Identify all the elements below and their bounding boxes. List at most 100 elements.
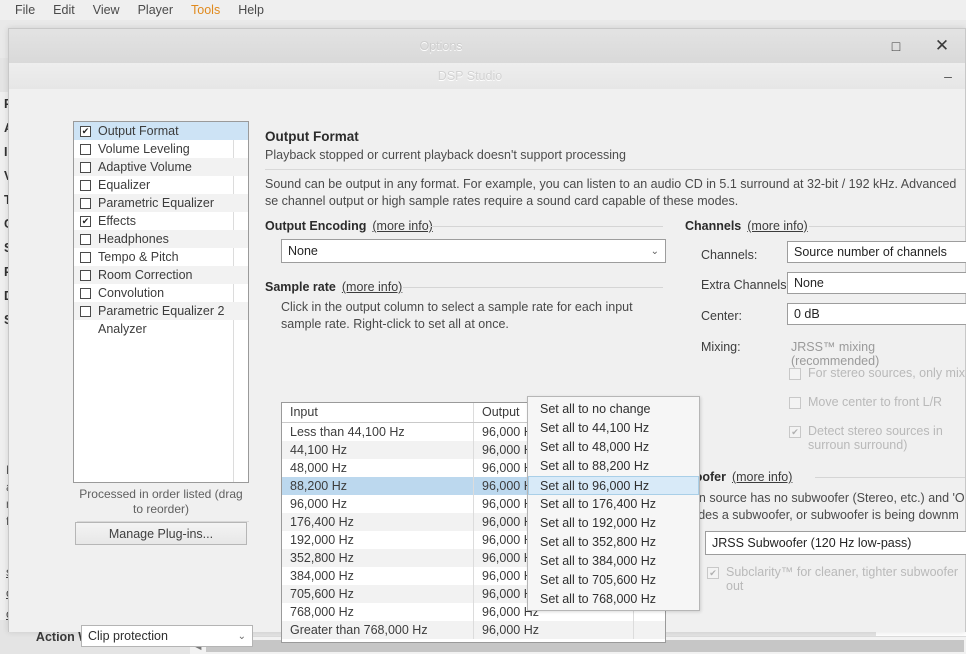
cell-output[interactable]: 96,000 Hz xyxy=(474,621,634,639)
plugin-label: Parametric Equalizer xyxy=(98,196,215,210)
checkbox-unchecked[interactable] xyxy=(80,161,91,173)
menu-item-file[interactable]: File xyxy=(6,0,44,20)
chevron-down-icon[interactable]: ⌄ xyxy=(238,631,246,642)
plugin-panel: ✔ Output Format Volume Leveling Adaptive… xyxy=(73,121,249,545)
subclarity-checkbox: ✔ Subclarity™ for cleaner, tighter subwo… xyxy=(707,565,966,593)
checkbox-unchecked-disabled xyxy=(789,397,801,409)
clip-protection-select[interactable]: Clip protection ⌄ xyxy=(81,625,253,647)
menu-item-player[interactable]: Player xyxy=(129,0,182,20)
maximize-icon[interactable]: □ xyxy=(873,30,919,63)
plugin-row-room-correction[interactable]: Room Correction xyxy=(74,266,248,284)
center-field-label: Center: xyxy=(701,309,742,323)
menu-item-help[interactable]: Help xyxy=(229,0,273,20)
chevron-down-icon[interactable]: ⌄ xyxy=(651,246,659,257)
plugin-row-volume-leveling[interactable]: Volume Leveling xyxy=(74,140,248,158)
table-row[interactable]: Greater than 768,000 Hz 96,000 Hz xyxy=(282,621,665,639)
context-menu-item-192000[interactable]: Set all to 192,000 Hz xyxy=(528,514,699,533)
plugin-row-headphones[interactable]: Headphones xyxy=(74,230,248,248)
context-menu-item-no-change[interactable]: Set all to no change xyxy=(528,400,699,419)
output-format-description: Sound can be output in any format. For e… xyxy=(265,177,957,208)
cell-extra xyxy=(634,621,665,639)
cell-input: 48,000 Hz xyxy=(282,459,474,477)
more-info-link[interactable]: (more info) xyxy=(372,219,432,233)
plugin-label: Convolution xyxy=(98,286,165,300)
checkbox-checked-disabled: ✔ xyxy=(707,567,719,579)
channels-group-label: Channels (more info) xyxy=(685,219,808,233)
page-title: Output Format xyxy=(265,129,359,144)
context-menu-item-705600[interactable]: Set all to 705,600 Hz xyxy=(528,571,699,590)
mixing-field-label: Mixing: xyxy=(701,340,741,354)
more-info-link[interactable]: (more info) xyxy=(342,280,402,294)
plugin-label: Tempo & Pitch xyxy=(98,250,179,264)
checkbox-unchecked[interactable] xyxy=(80,305,91,317)
plugin-row-analyzer[interactable]: Analyzer xyxy=(74,320,248,338)
options-titlebar[interactable]: Options □ ✕ xyxy=(9,29,965,64)
checkbox-unchecked[interactable] xyxy=(80,143,91,155)
context-menu[interactable]: Set all to no change Set all to 44,100 H… xyxy=(527,396,700,611)
extra-channels-select[interactable]: None xyxy=(787,272,966,294)
column-header-input: Input xyxy=(282,403,474,422)
menu-item-edit[interactable]: Edit xyxy=(44,0,84,20)
plugin-order-note: Processed in order listed (drag to reord… xyxy=(79,487,243,516)
more-info-link[interactable]: (more info) xyxy=(732,470,792,484)
context-menu-item-96000[interactable]: Set all to 96,000 Hz xyxy=(528,476,699,495)
center-select[interactable]: 0 dB xyxy=(787,303,966,325)
cell-input: 192,000 Hz xyxy=(282,531,474,549)
plugin-row-equalizer[interactable]: Equalizer xyxy=(74,176,248,194)
output-encoding-title: Output Encoding xyxy=(265,219,367,233)
plugin-row-convolution[interactable]: Convolution xyxy=(74,284,248,302)
menu-item-tools[interactable]: Tools xyxy=(182,0,229,20)
stereo-only-checkbox: For stereo sources, only mix to xyxy=(789,366,966,380)
context-menu-item-768000[interactable]: Set all to 768,000 Hz xyxy=(528,590,699,609)
checkbox-unchecked[interactable] xyxy=(80,197,91,209)
checkbox-unchecked[interactable] xyxy=(80,287,91,299)
group-rule xyxy=(429,226,663,227)
dsp-studio-title: DSP Studio xyxy=(437,69,503,83)
subwoofer-description: nen source has no subwoofer (Stereo, etc… xyxy=(685,491,965,522)
plugin-row-parametric-equalizer-2[interactable]: Parametric Equalizer 2 xyxy=(74,302,248,320)
move-center-label: Move center to front L/R xyxy=(808,395,943,409)
context-menu-item-176400[interactable]: Set all to 176,400 Hz xyxy=(528,495,699,514)
channels-value: Source number of channels xyxy=(794,245,947,259)
context-menu-item-44100[interactable]: Set all to 44,100 Hz xyxy=(528,419,699,438)
detect-stereo-checkbox: ✔ Detect stereo sources in surroun surro… xyxy=(789,424,966,452)
cell-input: 384,000 Hz xyxy=(282,567,474,585)
checkbox-checked[interactable]: ✔ xyxy=(80,125,91,137)
detect-stereo-label: Detect stereo sources in surroun surroun… xyxy=(808,424,943,452)
checkbox-checked[interactable]: ✔ xyxy=(80,215,91,227)
context-menu-item-88200[interactable]: Set all to 88,200 Hz xyxy=(528,457,699,476)
checkbox-unchecked[interactable] xyxy=(80,233,91,245)
checkbox-unchecked-disabled xyxy=(789,368,801,380)
checkbox-unchecked[interactable] xyxy=(80,269,91,281)
options-title: Options xyxy=(419,39,463,53)
manage-plugins-button[interactable]: Manage Plug-ins... xyxy=(75,522,247,545)
plugin-label: Parametric Equalizer 2 xyxy=(98,304,225,318)
plugin-row-parametric-equalizer[interactable]: Parametric Equalizer xyxy=(74,194,248,212)
checkbox-unchecked[interactable] xyxy=(80,179,91,191)
plugin-row-adaptive-volume[interactable]: Adaptive Volume xyxy=(74,158,248,176)
checkbox-unchecked[interactable] xyxy=(80,251,91,263)
plugin-row-output-format[interactable]: ✔ Output Format xyxy=(74,122,248,140)
plugin-row-tempo-pitch[interactable]: Tempo & Pitch xyxy=(74,248,248,266)
context-menu-item-352800[interactable]: Set all to 352,800 Hz xyxy=(528,533,699,552)
dsp-studio-titlebar[interactable]: DSP Studio – xyxy=(9,63,965,90)
close-icon[interactable]: ✕ xyxy=(919,30,965,63)
context-menu-item-48000[interactable]: Set all to 48,000 Hz xyxy=(528,438,699,457)
mixing-value: JRSS™ mixing (recommended) xyxy=(791,340,880,368)
menu-item-view[interactable]: View xyxy=(84,0,129,20)
output-encoding-select[interactable]: None ⌄ xyxy=(281,239,666,263)
more-info-link[interactable]: (more info) xyxy=(747,219,807,233)
channels-select[interactable]: Source number of channels xyxy=(787,241,966,263)
context-menu-item-384000[interactable]: Set all to 384,000 Hz xyxy=(528,552,699,571)
extra-channels-field-label: Extra Channels: xyxy=(701,278,790,292)
plugin-list[interactable]: ✔ Output Format Volume Leveling Adaptive… xyxy=(73,121,249,483)
subwoofer-select[interactable]: JRSS Subwoofer (120 Hz low-pass) xyxy=(705,531,966,555)
menu-bar: File Edit View Player Tools Help xyxy=(0,0,966,20)
clip-protection-value: Clip protection xyxy=(88,629,168,643)
subwoofer-group-label: woofer (more info) xyxy=(685,470,792,484)
cell-input: 44,100 Hz xyxy=(282,441,474,459)
minimize-icon[interactable]: – xyxy=(931,68,965,84)
plugin-divider xyxy=(77,521,249,522)
plugin-row-effects[interactable]: ✔ Effects xyxy=(74,212,248,230)
subwoofer-value: JRSS Subwoofer (120 Hz low-pass) xyxy=(712,536,912,550)
